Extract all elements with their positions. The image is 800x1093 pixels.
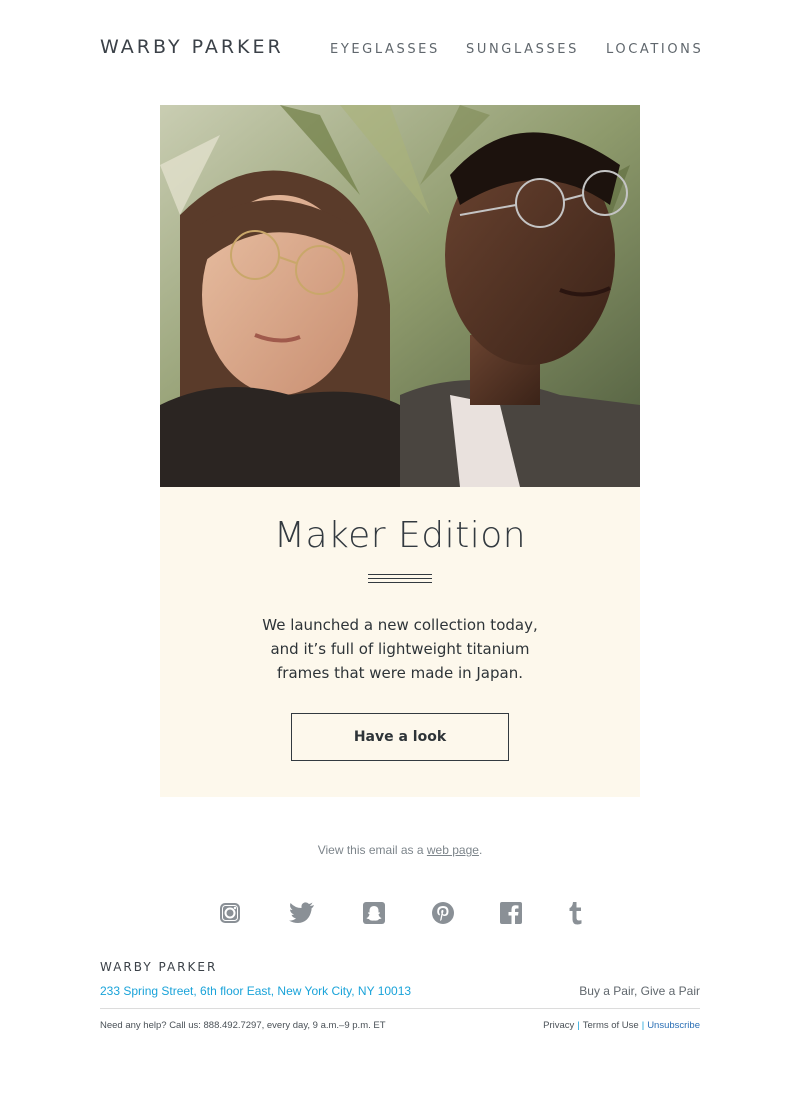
instagram-icon[interactable]: [217, 900, 243, 926]
pinterest-icon[interactable]: [430, 900, 456, 926]
body-line: frames that were made in Japan.: [277, 664, 523, 682]
webview-suffix: .: [478, 843, 483, 857]
help-text: Need any help? Call us: 888.492.7297, ev…: [100, 1020, 386, 1031]
header: WARBY PARKER EYEGLASSES SUNGLASSES LOCAT…: [100, 36, 704, 60]
promo-panel: Maker Edition We launched a new collecti…: [160, 487, 640, 797]
footer-logo[interactable]: WARBY PARKER: [100, 960, 217, 974]
tumblr-icon[interactable]: [562, 900, 588, 926]
divider-lines: [368, 574, 432, 586]
body-line: and it’s full of lightweight titanium: [270, 640, 530, 658]
address-link[interactable]: 233 Spring Street, 6th floor East, New Y…: [100, 984, 411, 998]
privacy-link[interactable]: Privacy: [543, 1020, 574, 1031]
twitter-icon[interactable]: [289, 900, 315, 926]
unsubscribe-link[interactable]: Unsubscribe: [647, 1020, 700, 1031]
terms-link[interactable]: Terms of Use: [583, 1020, 639, 1031]
snapchat-icon[interactable]: [361, 900, 387, 926]
web-page-link[interactable]: web page: [427, 843, 479, 857]
view-as-webpage: View this email as a web page.: [0, 843, 800, 857]
warby-parker-logo[interactable]: WARBY PARKER: [100, 36, 284, 58]
footer-divider: [100, 1008, 700, 1009]
headline: Maker Edition: [273, 515, 527, 556]
nav-sunglasses[interactable]: SUNGLASSES: [466, 42, 579, 57]
facebook-icon[interactable]: [498, 900, 524, 926]
webview-prefix: View this email as a: [317, 843, 427, 857]
nav-locations[interactable]: LOCATIONS: [606, 42, 703, 57]
nav-eyeglasses[interactable]: EYEGLASSES: [330, 42, 440, 57]
legal-links: Privacy | Terms of Use | Unsubscribe: [543, 1020, 700, 1031]
have-a-look-button[interactable]: Have a look: [291, 713, 509, 761]
body-copy: We launched a new collection today, and …: [250, 613, 550, 685]
hero-photo[interactable]: [160, 105, 640, 487]
body-line: We launched a new collection today,: [262, 616, 538, 634]
tagline: Buy a Pair, Give a Pair: [579, 984, 700, 998]
hero-illustration: [160, 105, 640, 487]
